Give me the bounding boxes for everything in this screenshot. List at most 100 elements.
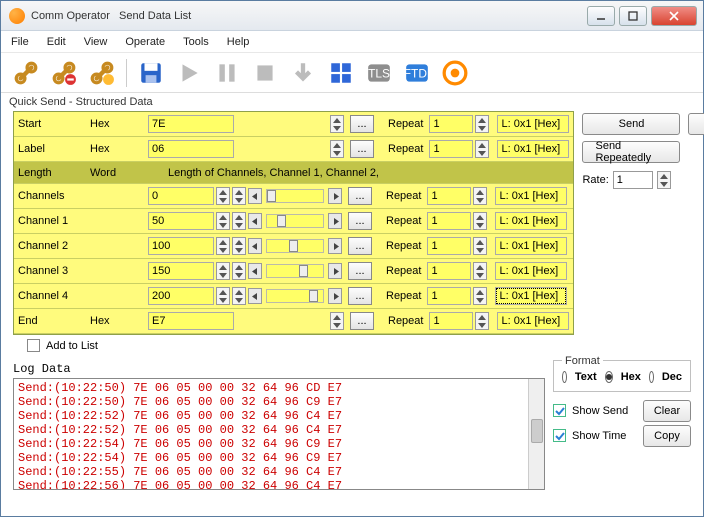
more-button[interactable]: ... [350, 312, 374, 330]
more-button[interactable]: ... [348, 287, 372, 305]
more-button[interactable]: ... [348, 237, 372, 255]
add-to-list-checkbox[interactable] [27, 339, 40, 352]
value-input[interactable]: 06 [148, 140, 234, 158]
length-format[interactable]: L: 0x1 [Hex] [495, 212, 567, 230]
value-input[interactable]: 150 [148, 262, 214, 280]
close-button[interactable] [651, 6, 697, 26]
arrow-left-icon[interactable] [248, 188, 262, 204]
spinner[interactable] [473, 287, 487, 305]
spinner[interactable] [232, 187, 246, 205]
log-output[interactable]: Send:(10:22:50) 7E 06 05 00 00 32 64 96 … [13, 378, 545, 490]
arrow-left-icon[interactable] [248, 213, 262, 229]
spinner[interactable] [473, 237, 487, 255]
more-button[interactable]: ... [348, 262, 372, 280]
repeat-input[interactable]: 1 [427, 287, 471, 305]
more-button[interactable]: ... [350, 115, 374, 133]
slider[interactable] [266, 214, 324, 228]
show-time-checkbox[interactable] [553, 429, 566, 442]
spinner[interactable] [473, 262, 487, 280]
arrow-right-icon[interactable] [328, 288, 342, 304]
length-format[interactable]: L: 0x1 [Hex] [497, 115, 569, 133]
length-format[interactable]: L: 0x1 [Hex] [495, 237, 567, 255]
arrow-left-icon[interactable] [248, 288, 262, 304]
more-button[interactable]: ... [348, 212, 372, 230]
send-repeatedly-button[interactable]: Send Repeatedly [582, 141, 680, 163]
log-scrollbar[interactable] [528, 379, 544, 489]
tls-icon[interactable]: TLS [362, 56, 396, 90]
repeat-input[interactable]: 1 [429, 312, 473, 330]
length-format[interactable]: L: 0x1 [Hex] [495, 187, 567, 205]
format-text-radio[interactable] [562, 371, 567, 383]
stop-icon[interactable] [248, 56, 282, 90]
rate-spinner[interactable] [657, 171, 671, 189]
format-dec-radio[interactable] [649, 371, 654, 383]
arrow-right-icon[interactable] [328, 188, 342, 204]
value-input[interactable]: 7E [148, 115, 234, 133]
ftdi-icon[interactable]: FTDI [400, 56, 434, 90]
repeat-input[interactable]: 1 [429, 115, 473, 133]
value-input[interactable]: 200 [148, 287, 214, 305]
maximize-button[interactable] [619, 6, 647, 26]
link-settings-icon[interactable] [85, 56, 119, 90]
slider[interactable] [266, 289, 324, 303]
menu-tools[interactable]: Tools [183, 36, 209, 48]
slider[interactable] [266, 264, 324, 278]
target-icon[interactable] [438, 56, 472, 90]
repeat-input[interactable]: 1 [427, 212, 471, 230]
pause-icon[interactable] [210, 56, 244, 90]
spinner[interactable] [216, 187, 230, 205]
repeat-input[interactable]: 1 [427, 187, 471, 205]
spinner[interactable] [216, 287, 230, 305]
clear-button[interactable]: Clear [643, 400, 691, 422]
spinner[interactable] [232, 287, 246, 305]
link-icon[interactable] [9, 56, 43, 90]
minimize-button[interactable] [587, 6, 615, 26]
link-remove-icon[interactable] [47, 56, 81, 90]
spinner[interactable] [475, 115, 489, 133]
slider[interactable] [266, 189, 324, 203]
spinner[interactable] [232, 237, 246, 255]
spinner[interactable] [216, 237, 230, 255]
play-icon[interactable] [172, 56, 206, 90]
length-format[interactable]: L: 0x1 [Hex] [497, 140, 569, 158]
calc-icon[interactable] [324, 56, 358, 90]
spinner[interactable] [475, 312, 489, 330]
spinner[interactable] [475, 140, 489, 158]
spinner[interactable] [216, 212, 230, 230]
repeat-input[interactable]: 1 [427, 237, 471, 255]
spinner[interactable] [232, 262, 246, 280]
repeat-input[interactable]: 1 [427, 262, 471, 280]
length-format[interactable]: L: 0x1 [Hex] [495, 262, 567, 280]
value-input[interactable]: 50 [148, 212, 214, 230]
length-format[interactable]: L: 0x1 [Hex] [495, 287, 567, 305]
send-button[interactable]: Send [582, 113, 680, 135]
menu-view[interactable]: View [84, 36, 108, 48]
arrow-right-icon[interactable] [328, 238, 342, 254]
download-icon[interactable] [286, 56, 320, 90]
spinner[interactable] [473, 212, 487, 230]
arrow-right-icon[interactable] [328, 213, 342, 229]
spinner[interactable] [232, 212, 246, 230]
menu-help[interactable]: Help [227, 36, 250, 48]
spinner[interactable] [330, 312, 344, 330]
format-hex-radio[interactable] [605, 371, 613, 383]
arrow-left-icon[interactable] [248, 263, 262, 279]
more-button[interactable]: ... [350, 140, 374, 158]
spinner[interactable] [216, 262, 230, 280]
value-input[interactable]: E7 [148, 312, 234, 330]
arrow-left-icon[interactable] [248, 238, 262, 254]
value-input[interactable]: 0 [148, 187, 214, 205]
edit-button[interactable]: Edit [688, 113, 704, 135]
arrow-right-icon[interactable] [328, 263, 342, 279]
length-format[interactable]: L: 0x1 [Hex] [497, 312, 569, 330]
spinner[interactable] [330, 140, 344, 158]
copy-button[interactable]: Copy [643, 425, 691, 447]
spinner[interactable] [330, 115, 344, 133]
spinner[interactable] [473, 187, 487, 205]
menu-file[interactable]: File [11, 36, 29, 48]
show-send-checkbox[interactable] [553, 404, 566, 417]
menu-edit[interactable]: Edit [47, 36, 66, 48]
repeat-input[interactable]: 1 [429, 140, 473, 158]
save-icon[interactable] [134, 56, 168, 90]
value-input[interactable]: 100 [148, 237, 214, 255]
